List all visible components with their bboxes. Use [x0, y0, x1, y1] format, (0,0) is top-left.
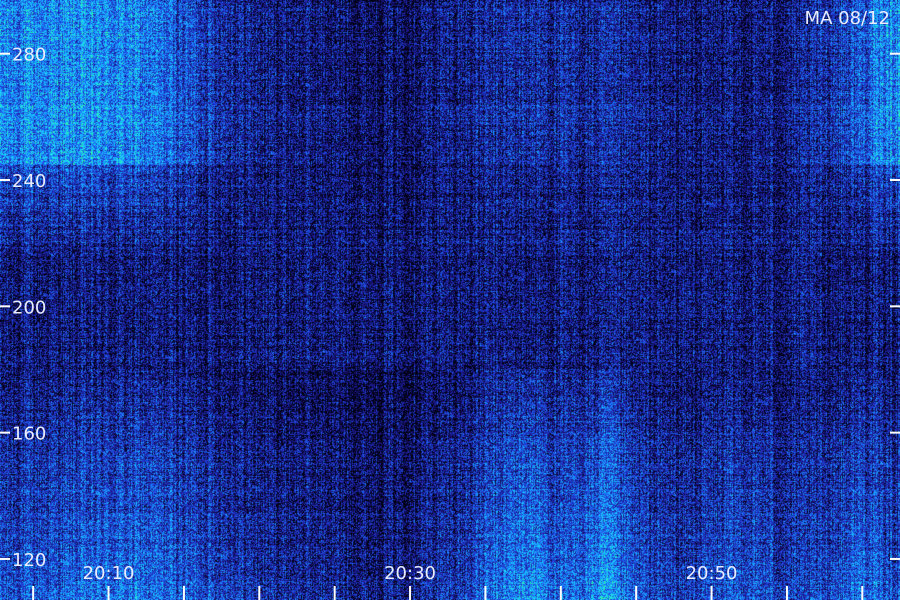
x-tick-label: 20:30 — [384, 563, 436, 584]
x-tick-label: 20:50 — [686, 563, 738, 584]
x-tick-label: 20:10 — [83, 563, 135, 584]
y-tick-label: 200 — [12, 297, 46, 318]
spectrogram-chart: 120 160 200 240 280 20:10 20:30 20:50 MA 08/12 — [0, 0, 900, 600]
chart-overlay: 120 160 200 240 280 20:10 20:30 20:50 MA 08/12 — [0, 8, 900, 600]
y-axis-left: 120 160 200 240 280 — [0, 45, 46, 571]
y-tick-label: 280 — [12, 45, 46, 66]
y-tick-label: 240 — [12, 171, 46, 192]
x-axis: 20:10 20:30 20:50 — [32, 563, 864, 600]
y-axis-right — [890, 52, 900, 560]
y-tick-label: 120 — [12, 550, 46, 571]
y-tick-label: 160 — [12, 424, 46, 445]
chart-title: MA 08/12 — [805, 8, 890, 29]
